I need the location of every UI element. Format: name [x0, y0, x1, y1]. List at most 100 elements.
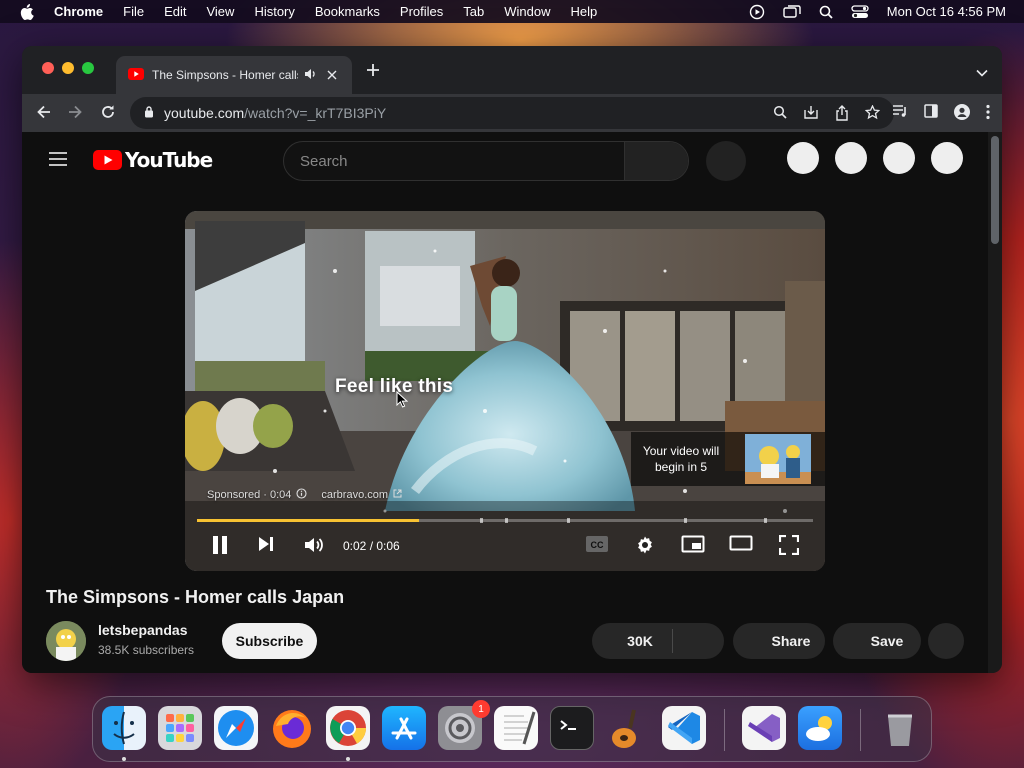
forward-arrow-icon[interactable]: [67, 104, 83, 125]
spotlight-search-icon[interactable]: [819, 5, 833, 19]
chrome-running-indicator: [346, 757, 350, 761]
chrome-menu-icon[interactable]: [986, 104, 990, 125]
apple-icon[interactable]: [20, 3, 34, 20]
hamburger-menu-icon[interactable]: [48, 152, 68, 171]
lock-icon[interactable]: [144, 105, 154, 121]
next-video-icon[interactable]: [257, 535, 275, 558]
sponsored-label: Sponsored · 0:04: [207, 489, 292, 501]
menu-window[interactable]: Window: [504, 4, 550, 19]
account-avatar[interactable]: [931, 142, 963, 174]
closed-captions-icon[interactable]: CC: [585, 535, 609, 558]
upcoming-video-thumbnail: [745, 434, 811, 484]
external-link-icon[interactable]: [393, 489, 402, 501]
vscode-icon[interactable]: [662, 706, 706, 750]
system-settings-icon[interactable]: 1: [438, 700, 490, 750]
zoom-window-button[interactable]: [82, 62, 94, 74]
page-scrollbar[interactable]: [988, 132, 1002, 673]
share-icon[interactable]: [835, 105, 849, 124]
share-button[interactable]: Share: [733, 623, 825, 659]
profile-icon[interactable]: [954, 104, 970, 125]
safari-icon[interactable]: [214, 706, 258, 750]
close-window-button[interactable]: [42, 62, 54, 74]
weather-icon[interactable]: [798, 706, 842, 750]
video-countdown-box[interactable]: Your video will begin in 5: [631, 432, 825, 486]
bookmark-star-icon[interactable]: [864, 104, 881, 124]
firefox-icon[interactable]: [270, 706, 314, 750]
chrome-icon[interactable]: [326, 706, 370, 750]
app-store-icon[interactable]: [382, 706, 426, 750]
channel-avatar[interactable]: [46, 621, 86, 661]
save-button[interactable]: Save: [833, 623, 921, 659]
fullscreen-icon[interactable]: [778, 534, 800, 560]
install-app-icon[interactable]: [803, 105, 819, 124]
trash-icon[interactable]: [878, 706, 922, 750]
dock: 1: [92, 696, 932, 762]
ad-info-row: Sponsored · 0:04 carbravo.com: [207, 488, 402, 502]
volume-icon[interactable]: [303, 535, 325, 560]
minimize-window-button[interactable]: [62, 62, 74, 74]
browser-tab-active[interactable]: The Simpsons - Homer calls Japan - YouTu…: [116, 56, 352, 94]
create-button[interactable]: [787, 142, 819, 174]
progress-bar[interactable]: [197, 518, 813, 523]
progress-marker-4: [763, 518, 767, 523]
ad-domain-link[interactable]: carbravo.com: [321, 489, 388, 501]
finder-icon[interactable]: [102, 706, 146, 750]
control-center-icon[interactable]: [851, 4, 869, 19]
youtube-favicon-icon: [128, 67, 144, 83]
visual-studio-icon[interactable]: [742, 706, 786, 750]
subscribe-button[interactable]: Subscribe: [222, 623, 317, 659]
scrollbar-thumb[interactable]: [991, 136, 999, 244]
menu-profiles[interactable]: Profiles: [400, 4, 443, 19]
more-actions-button[interactable]: [928, 623, 964, 659]
search-input[interactable]: [284, 142, 624, 180]
screen-mirroring-icon[interactable]: [783, 4, 801, 19]
reload-icon[interactable]: [100, 104, 116, 125]
tab-search-chevron-icon[interactable]: [976, 64, 988, 82]
launchpad-icon[interactable]: [158, 706, 202, 750]
pause-icon[interactable]: [211, 535, 229, 560]
media-controls-icon[interactable]: [892, 104, 908, 125]
menu-bookmarks[interactable]: Bookmarks: [315, 4, 380, 19]
textedit-icon[interactable]: [494, 706, 538, 750]
youtube-header: YouTube: [22, 132, 988, 188]
search-page-icon[interactable]: [773, 105, 787, 124]
menu-file[interactable]: File: [123, 4, 144, 19]
terminal-icon[interactable]: [550, 706, 594, 750]
video-player[interactable]: Feel like this Sponsored · 0:04 carbravo…: [185, 211, 825, 571]
youtube-logo[interactable]: YouTube: [93, 148, 213, 172]
url-host: youtube.com: [164, 105, 245, 121]
tab-close-icon[interactable]: [327, 68, 337, 83]
side-panel-icon[interactable]: [924, 104, 938, 125]
like-dislike-group: 30K: [592, 623, 724, 659]
menu-help[interactable]: Help: [571, 4, 598, 19]
notifications-button[interactable]: [883, 142, 915, 174]
settings-gear-icon[interactable]: [635, 535, 655, 560]
time-display: 0:02 / 0:06: [343, 539, 400, 553]
dislike-button[interactable]: [673, 623, 724, 659]
tab-title: The Simpsons - Homer calls Japan - YouTu…: [152, 68, 298, 82]
miniplayer-icon[interactable]: [681, 535, 705, 558]
progress-fill: [197, 519, 419, 522]
menu-app-name[interactable]: Chrome: [54, 4, 103, 19]
menubar-clock[interactable]: Mon Oct 16 4:56 PM: [887, 4, 1006, 19]
menu-tab[interactable]: Tab: [463, 4, 484, 19]
new-tab-icon[interactable]: [366, 60, 380, 83]
menu-view[interactable]: View: [206, 4, 234, 19]
progress-marker-0: [480, 518, 484, 523]
channel-name[interactable]: letsbepandas: [98, 622, 187, 638]
voice-search-button[interactable]: [706, 141, 746, 181]
address-bar[interactable]: youtube.com/watch?v=_krT7BI3PiY: [130, 97, 894, 129]
menu-edit[interactable]: Edit: [164, 4, 186, 19]
tab-audio-icon[interactable]: [304, 68, 317, 83]
svg-text:CC: CC: [591, 540, 604, 550]
like-button[interactable]: 30K: [592, 633, 672, 649]
theater-mode-icon[interactable]: [729, 535, 753, 556]
apps-button[interactable]: [835, 142, 867, 174]
media-play-icon[interactable]: [749, 4, 765, 20]
back-arrow-icon[interactable]: [36, 104, 52, 125]
search-button[interactable]: [624, 142, 688, 180]
menu-history[interactable]: History: [254, 4, 294, 19]
youtube-logo-icon: [93, 150, 122, 170]
ad-info-icon[interactable]: [296, 488, 307, 502]
garageband-icon[interactable]: [606, 706, 650, 750]
